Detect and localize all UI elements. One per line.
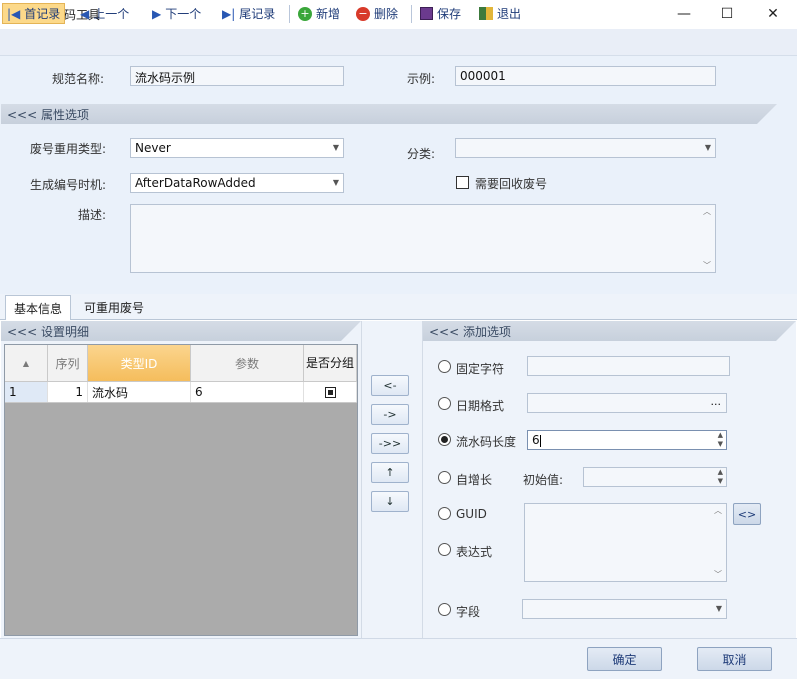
scrollbar[interactable]: ︿ ﹀ <box>711 505 725 580</box>
spec-name-field[interactable]: 流水码示例 <box>130 66 344 86</box>
chevron-down-icon: ▼ <box>332 178 339 187</box>
maximize-button[interactable]: ☐ <box>704 0 750 28</box>
move-all-right-button[interactable]: ->> <box>371 433 409 454</box>
delete-button[interactable]: − 删除 <box>352 3 402 24</box>
field-select[interactable]: ▼ <box>522 599 727 619</box>
table-row[interactable]: 1 1 流水码 6 <box>5 382 357 403</box>
expression-textarea[interactable]: ︿ ﹀ <box>524 503 727 582</box>
exit-button[interactable]: 退出 <box>475 3 525 24</box>
field-label: 字段 <box>456 605 481 619</box>
move-down-button[interactable]: ↓ <box>371 491 409 512</box>
serial-length-label: 流水码长度 <box>456 435 517 449</box>
guid-label: GUID <box>456 507 487 521</box>
prev-icon: ◀ <box>80 6 90 21</box>
move-left-button[interactable]: <- <box>371 375 409 396</box>
description-textarea[interactable]: ︿ ﹀ <box>130 204 716 273</box>
reuse-type-select[interactable]: Never ▼ <box>130 138 344 158</box>
cancel-button[interactable]: 取消 <box>697 647 772 671</box>
field-radio[interactable] <box>438 603 451 616</box>
spinner-arrows-icon[interactable]: ▲ ▼ <box>718 468 723 486</box>
category-select[interactable]: ▼ <box>455 138 716 158</box>
chevron-down-icon: ▼ <box>332 143 339 152</box>
row-number: 1 <box>5 382 48 402</box>
expression-button[interactable]: <> <box>733 503 761 525</box>
auto-increment-label: 自增长 <box>456 473 493 487</box>
scrollbar[interactable]: ︿ ﹀ <box>700 206 714 271</box>
options-group-header[interactable]: <<< 添加选项 <box>423 321 796 341</box>
first-record-icon: |◀ <box>7 6 21 21</box>
example-field[interactable]: 000001 <box>455 66 716 86</box>
recycle-checkbox[interactable] <box>456 176 469 189</box>
column-header-is-group[interactable]: 是否分组 <box>304 345 357 381</box>
next-record-button[interactable]: ▶ 下一个 <box>148 3 205 24</box>
sort-indicator-icon: ▲ <box>5 345 48 381</box>
save-icon <box>420 7 433 20</box>
cell-type-id[interactable]: 流水码 <box>88 382 191 402</box>
detail-grid[interactable]: ▲ 序列 类型ID 参数 是否分组 1 1 流水码 6 <box>4 344 358 636</box>
serial-length-spinner[interactable]: 6 ▲ ▼ <box>527 430 727 450</box>
date-format-field[interactable]: ... <box>527 393 727 413</box>
column-header-seq[interactable]: 序列 <box>48 345 88 381</box>
reuse-type-label: 废号重用类型: <box>30 142 107 156</box>
grid-header: ▲ 序列 类型ID 参数 是否分组 <box>5 345 357 382</box>
date-format-radio[interactable] <box>438 397 451 410</box>
auto-increment-radio[interactable] <box>438 471 451 484</box>
description-label: 描述: <box>78 208 107 222</box>
add-icon: + <box>298 6 312 21</box>
column-header-type-id[interactable]: 类型ID <box>88 345 191 381</box>
fixed-char-radio[interactable] <box>438 360 451 373</box>
expression-radio[interactable] <box>438 543 451 556</box>
last-record-button[interactable]: ▶| 尾记录 <box>218 3 279 24</box>
chevron-down-icon: ▼ <box>715 604 722 613</box>
delete-icon: − <box>356 6 370 21</box>
column-header-param[interactable]: 参数 <box>191 345 304 381</box>
move-right-button[interactable]: -> <box>371 404 409 425</box>
category-label: 分类: <box>407 147 436 161</box>
footer-bar <box>0 638 797 679</box>
exit-icon <box>479 7 493 20</box>
toolbar-separator <box>289 5 290 23</box>
ok-button[interactable]: 确定 <box>587 647 662 671</box>
cell-seq[interactable]: 1 <box>48 382 88 402</box>
next-icon: ▶ <box>152 6 162 21</box>
group-checkbox[interactable] <box>324 386 336 398</box>
first-record-button[interactable]: |◀ 首记录 <box>2 3 66 24</box>
spinner-arrows-icon[interactable]: ▲ ▼ <box>718 431 723 449</box>
cell-is-group[interactable] <box>304 382 357 402</box>
expression-label: 表达式 <box>456 545 493 559</box>
toolbar <box>0 29 797 56</box>
guid-radio[interactable] <box>438 507 451 520</box>
close-button[interactable]: ✕ <box>750 0 796 28</box>
fixed-char-label: 固定字符 <box>456 362 505 376</box>
fixed-char-field[interactable] <box>527 356 730 376</box>
prev-record-button[interactable]: ◀ 上一个 <box>76 3 133 24</box>
attribute-group-header[interactable]: <<< 属性选项 <box>1 104 777 124</box>
gen-time-select[interactable]: AfterDataRowAdded ▼ <box>130 173 344 193</box>
date-format-label: 日期格式 <box>456 399 505 413</box>
toolbar-separator <box>411 5 412 23</box>
ellipsis-button[interactable]: ... <box>711 395 722 408</box>
cell-param[interactable]: 6 <box>191 382 304 402</box>
tab-reusable-numbers[interactable]: 可重用废号 <box>76 295 152 320</box>
initial-value-spinner[interactable]: ▲ ▼ <box>583 467 727 487</box>
chevron-down-icon: ▼ <box>704 143 711 152</box>
move-up-button[interactable]: ↑ <box>371 462 409 483</box>
example-label: 示例: <box>407 72 436 86</box>
save-button[interactable]: 保存 <box>416 3 465 24</box>
add-button[interactable]: + 新增 <box>294 3 344 24</box>
serial-length-radio[interactable] <box>438 433 451 446</box>
recycle-label: 需要回收废号 <box>475 177 548 191</box>
gen-time-label: 生成编号时机: <box>30 178 107 192</box>
initial-value-label: 初始值: <box>523 473 564 487</box>
last-record-icon: ▶| <box>222 6 236 21</box>
minimize-button[interactable]: — <box>661 0 707 28</box>
tab-basic-info[interactable]: 基本信息 <box>5 295 72 320</box>
spec-name-label: 规范名称: <box>52 72 105 86</box>
detail-group-header[interactable]: <<< 设置明细 <box>1 321 361 341</box>
